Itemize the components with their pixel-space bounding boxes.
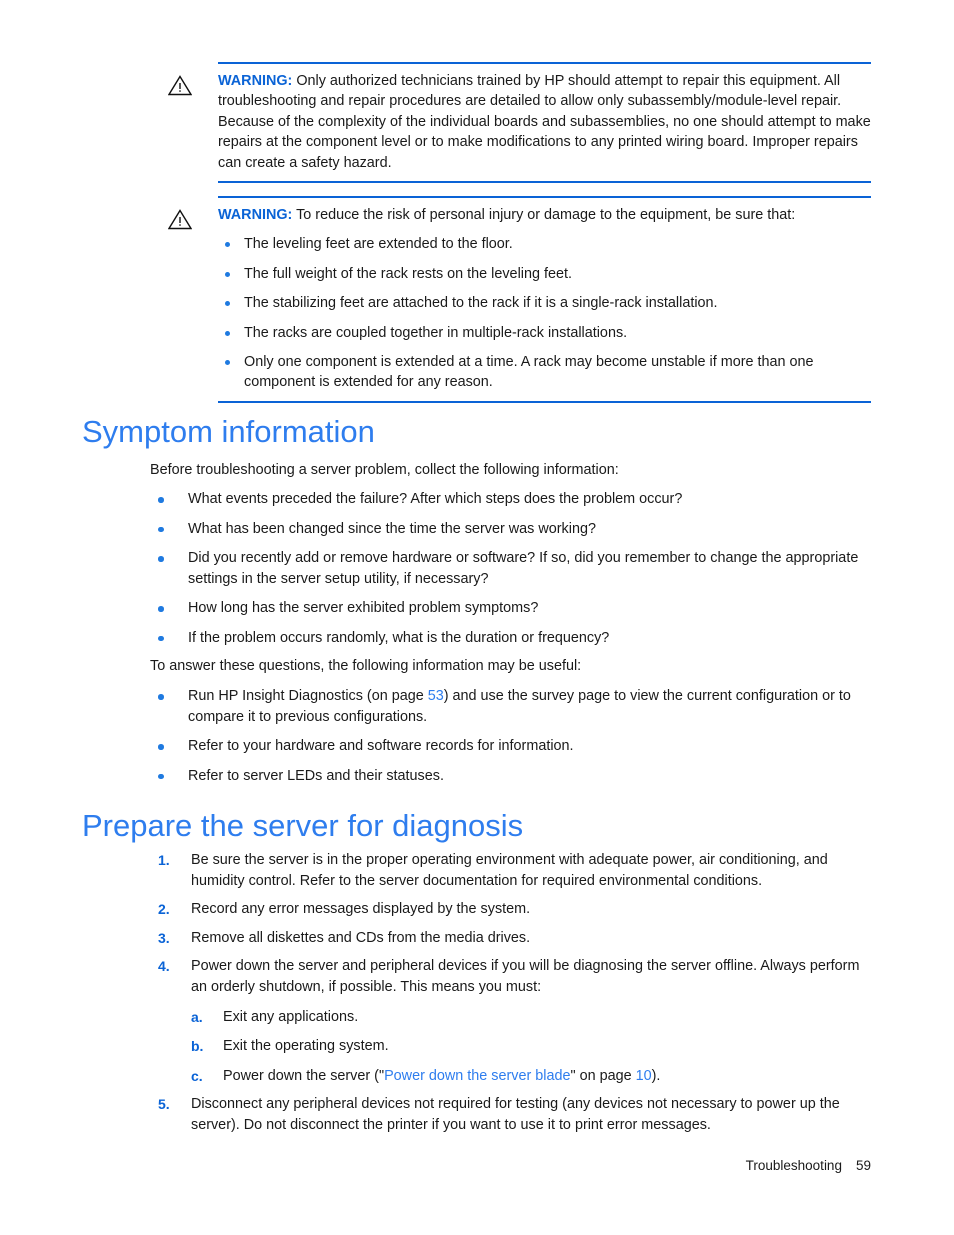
step-text: Disconnect any peripheral devices not re… bbox=[191, 1096, 840, 1133]
step-marker: 5. bbox=[158, 1096, 170, 1113]
symptom-resources-list: Run HP Insight Diagnostics (on page 53) … bbox=[150, 686, 865, 786]
substep-text-mid: " on page bbox=[570, 1067, 636, 1084]
substep-text-post: ). bbox=[651, 1067, 661, 1084]
list-item: Did you recently add or remove hardware … bbox=[150, 548, 865, 589]
list-item: 5. Disconnect any peripheral devices not… bbox=[150, 1094, 865, 1135]
step-text: Be sure the server is in the proper oper… bbox=[191, 852, 828, 889]
substep-marker: b. bbox=[191, 1038, 204, 1055]
step-marker: 1. bbox=[158, 852, 170, 868]
list-item: Only one component is extended at a time… bbox=[218, 352, 871, 393]
heading-prepare-server-for-diagnosis: Prepare the server for diagnosis bbox=[82, 808, 524, 843]
warning-triangle-icon bbox=[168, 205, 208, 230]
list-item: The racks are coupled together in multip… bbox=[218, 323, 871, 343]
list-item: Run HP Insight Diagnostics (on page 53) … bbox=[150, 686, 865, 727]
warning-2-text: WARNING: To reduce the risk of personal … bbox=[208, 205, 871, 393]
footer-page-number: 59 bbox=[855, 1158, 871, 1173]
substep-marker: c. bbox=[191, 1067, 203, 1084]
resource-text-pre: Run HP Insight Diagnostics (on page bbox=[188, 688, 428, 704]
list-item: 3. Remove all diskettes and CDs from the… bbox=[150, 928, 865, 949]
link-power-down-the-server-blade[interactable]: Power down the server blade bbox=[384, 1068, 570, 1084]
heading-symptom-information: Symptom information bbox=[82, 414, 375, 449]
warning-1-text: WARNING: Only authorized technicians tra… bbox=[208, 71, 871, 173]
list-item: c. Power down the server ("Power down the… bbox=[191, 1066, 865, 1087]
list-item: What events preceded the failure? After … bbox=[150, 489, 865, 510]
warning-2-list: The leveling feet are extended to the fl… bbox=[218, 234, 871, 392]
warning-bottom-rule bbox=[218, 400, 871, 403]
list-item: Refer to server LEDs and their statuses. bbox=[150, 766, 865, 787]
link-page-10[interactable]: 10 bbox=[636, 1068, 652, 1084]
symptom-intro-paragraph: Before troubleshooting a server problem,… bbox=[150, 462, 619, 478]
answer-intro-paragraph: To answer these questions, the following… bbox=[150, 658, 582, 674]
warning-2-body: To reduce the risk of personal injury or… bbox=[296, 207, 796, 223]
warning-triangle-icon bbox=[168, 71, 208, 96]
list-item: a. Exit any applications. bbox=[191, 1007, 865, 1028]
list-item: The leveling feet are extended to the fl… bbox=[218, 234, 871, 254]
warning-box-1: WARNING: Only authorized technicians tra… bbox=[168, 62, 871, 184]
step-marker: 2. bbox=[158, 901, 170, 918]
substep-text-pre: Power down the server (" bbox=[223, 1067, 385, 1084]
symptom-questions-list: What events preceded the failure? After … bbox=[150, 489, 865, 649]
list-item: The full weight of the rack rests on the… bbox=[218, 264, 871, 284]
list-item: The stabilizing feet are attached to the… bbox=[218, 293, 871, 313]
list-item: Refer to your hardware and software reco… bbox=[150, 736, 865, 757]
warning-1-label: WARNING: bbox=[218, 73, 293, 89]
list-item: What has been changed since the time the… bbox=[150, 519, 865, 540]
footer-section-name: Troubleshooting bbox=[745, 1158, 842, 1173]
warning-box-2: WARNING: To reduce the risk of personal … bbox=[168, 196, 871, 403]
substep-text: Exit any applications. bbox=[223, 1008, 359, 1025]
step-marker: 4. bbox=[158, 958, 170, 975]
substep-text: Exit the operating system. bbox=[223, 1038, 389, 1055]
list-item: b. Exit the operating system. bbox=[191, 1036, 865, 1057]
warning-2-label: WARNING: bbox=[218, 207, 293, 223]
substep-marker: a. bbox=[191, 1008, 203, 1025]
warning-1-body: Only authorized technicians trained by H… bbox=[218, 73, 871, 171]
warning-bottom-rule bbox=[218, 181, 871, 184]
step-text: Remove all diskettes and CDs from the me… bbox=[191, 929, 531, 946]
link-page-53[interactable]: 53 bbox=[428, 688, 444, 704]
document-page: WARNING: Only authorized technicians tra… bbox=[0, 0, 954, 1235]
prepare-substeps-list: a. Exit any applications. b. Exit the op… bbox=[191, 1007, 865, 1087]
list-item: 2. Record any error messages displayed b… bbox=[150, 899, 865, 920]
list-item: 1. Be sure the server is in the proper o… bbox=[150, 850, 865, 891]
step-text: Power down the server and peripheral dev… bbox=[191, 958, 860, 995]
step-marker: 3. bbox=[158, 929, 170, 946]
step-text: Record any error messages displayed by t… bbox=[191, 901, 531, 918]
prepare-steps-list: 1. Be sure the server is in the proper o… bbox=[150, 850, 865, 1136]
list-item: If the problem occurs randomly, what is … bbox=[150, 628, 865, 649]
list-item: 4. Power down the server and peripheral … bbox=[150, 956, 865, 1086]
page-footer: Troubleshooting 59 bbox=[0, 1158, 871, 1173]
list-item: How long has the server exhibited proble… bbox=[150, 598, 865, 619]
